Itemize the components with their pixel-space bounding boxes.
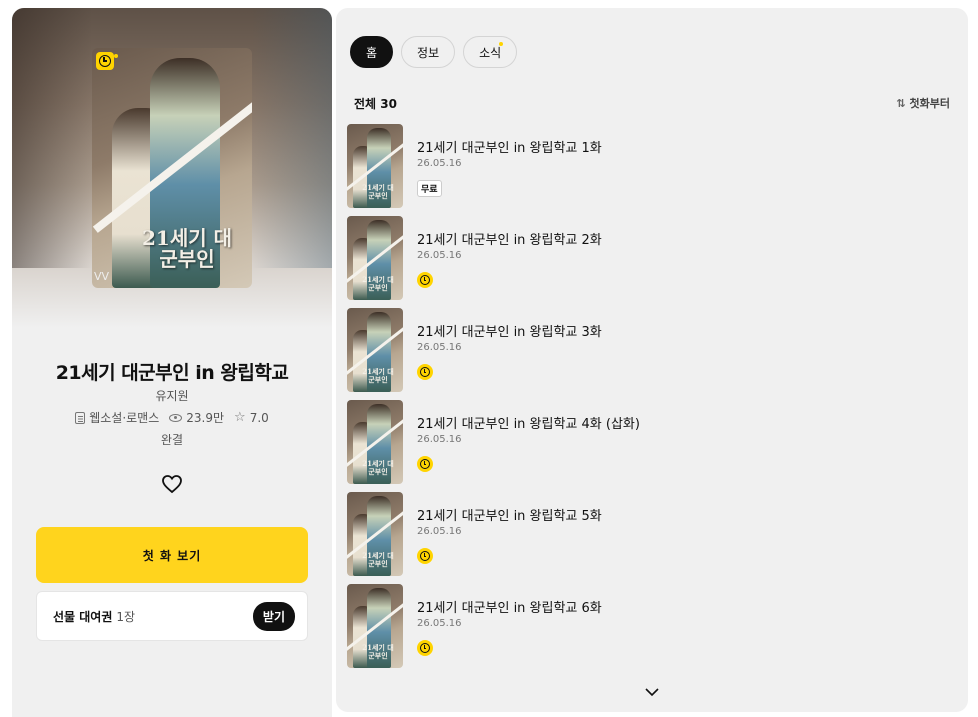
episode-title: 21세기 대군부인 in 왕립학교 2화 (417, 233, 602, 248)
cover-title: 21세기 대군부인 (142, 226, 232, 271)
publisher-logo: VV (94, 270, 110, 283)
clock-icon (420, 551, 430, 561)
sort-label: 첫화부터 (909, 97, 950, 110)
episode-row[interactable]: 21세기 대군부인 21세기 대군부인 in 왕립학교 2화 26.05.16 (347, 216, 957, 308)
episode-thumbnail: 21세기 대군부인 (347, 492, 403, 576)
book-detail-panel: 21세기 대군부인 VV 21세기 대군부인 in 왕립학교 유지원 웹소설·로… (12, 8, 332, 717)
tab-info[interactable]: 정보 (401, 36, 456, 68)
clock-icon (420, 367, 430, 377)
tab-news-label: 소식 (479, 45, 502, 60)
thumbnail-cover-title: 21세기 대군부인 (362, 367, 394, 384)
episode-thumbnail: 21세기 대군부인 (347, 308, 403, 392)
eye-icon (169, 413, 183, 422)
clock-icon (420, 459, 430, 469)
wait-free-badge (96, 52, 114, 70)
book-cover: 21세기 대군부인 VV (92, 48, 252, 288)
book-rating: 7.0 (249, 410, 269, 425)
gift-ticket-box: 선물 대여권 1장 받기 (36, 591, 308, 641)
gift-ticket-count: 1장 (116, 609, 136, 624)
episode-title: 21세기 대군부인 in 왕립학교 4화 (삽화) (417, 417, 640, 432)
episode-date: 26.05.16 (417, 250, 462, 261)
episode-list: 21세기 대군부인 21세기 대군부인 in 왕립학교 1화 26.05.16 … (347, 124, 957, 676)
wait-free-icon (417, 640, 433, 656)
tab-bar: 홈 정보 소식 (350, 36, 518, 68)
episode-thumbnail: 21세기 대군부인 (347, 216, 403, 300)
tab-news[interactable]: 소식 (463, 36, 518, 68)
episode-title: 21세기 대군부인 in 왕립학교 1화 (417, 141, 602, 156)
episode-title: 21세기 대군부인 in 왕립학교 3화 (417, 325, 602, 340)
clock-icon (99, 55, 111, 67)
star-icon: ☆ (234, 410, 246, 425)
episode-panel: 홈 정보 소식 전체 30 ⇅ 첫화부터 21세기 대군부인 21세기 대군부인… (336, 8, 968, 712)
episode-date: 26.05.16 (417, 618, 462, 629)
tab-home[interactable]: 홈 (350, 36, 394, 68)
wait-free-icon (417, 548, 433, 564)
episode-thumbnail: 21세기 대군부인 (347, 584, 403, 668)
book-author: 유지원 (155, 389, 189, 403)
thumbnail-cover-title: 21세기 대군부인 (362, 459, 394, 476)
episode-title: 21세기 대군부인 in 왕립학교 6화 (417, 601, 602, 616)
document-icon (75, 411, 86, 424)
episode-row[interactable]: 21세기 대군부인 21세기 대군부인 in 왕립학교 4화 (삽화) 26.0… (347, 400, 957, 492)
book-title: 21세기 대군부인 in 왕립학교 (55, 362, 289, 384)
episode-title: 21세기 대군부인 in 왕립학교 5화 (417, 509, 602, 524)
wait-free-icon (417, 364, 433, 380)
wait-free-icon (417, 456, 433, 472)
episode-thumbnail: 21세기 대군부인 (347, 124, 403, 208)
episode-row[interactable]: 21세기 대군부인 21세기 대군부인 in 왕립학교 1화 26.05.16 … (347, 124, 957, 216)
episode-date: 26.05.16 (417, 434, 462, 445)
thumbnail-cover-title: 21세기 대군부인 (362, 183, 394, 200)
book-category: 웹소설·로맨스 (89, 411, 160, 425)
wait-free-icon (417, 272, 433, 288)
episode-date: 26.05.16 (417, 158, 462, 169)
receive-button[interactable]: 받기 (252, 601, 295, 631)
episode-date: 26.05.16 (417, 342, 462, 353)
episode-thumbnail: 21세기 대군부인 (347, 400, 403, 484)
clock-icon (420, 643, 430, 653)
episode-date: 26.05.16 (417, 526, 462, 537)
sort-button[interactable]: ⇅ 첫화부터 (896, 95, 950, 111)
first-episode-button[interactable]: 첫 화 보기 (36, 527, 308, 583)
book-status: 완결 (160, 433, 184, 447)
book-views: 23.9만 (186, 411, 225, 425)
heart-icon[interactable] (160, 472, 184, 496)
episode-row[interactable]: 21세기 대군부인 21세기 대군부인 in 왕립학교 5화 26.05.16 (347, 492, 957, 584)
book-meta: 웹소설·로맨스 23.9만 ☆ 7.0 (12, 409, 332, 426)
badge-dot (114, 54, 118, 58)
sort-icon: ⇅ (896, 96, 906, 110)
gift-ticket-label: 선물 대여권 (53, 609, 113, 624)
clock-icon (420, 275, 430, 285)
thumbnail-cover-title: 21세기 대군부인 (362, 643, 394, 660)
new-indicator-dot (499, 42, 504, 46)
episode-row[interactable]: 21세기 대군부인 21세기 대군부인 in 왕립학교 6화 26.05.16 (347, 584, 957, 676)
free-badge: 무료 (417, 180, 442, 197)
episode-row[interactable]: 21세기 대군부인 21세기 대군부인 in 왕립학교 3화 26.05.16 (347, 308, 957, 400)
episode-count: 전체 30 (354, 97, 397, 111)
thumbnail-cover-title: 21세기 대군부인 (362, 551, 394, 568)
thumbnail-cover-title: 21세기 대군부인 (362, 275, 394, 292)
chevron-down-icon[interactable] (642, 684, 662, 700)
